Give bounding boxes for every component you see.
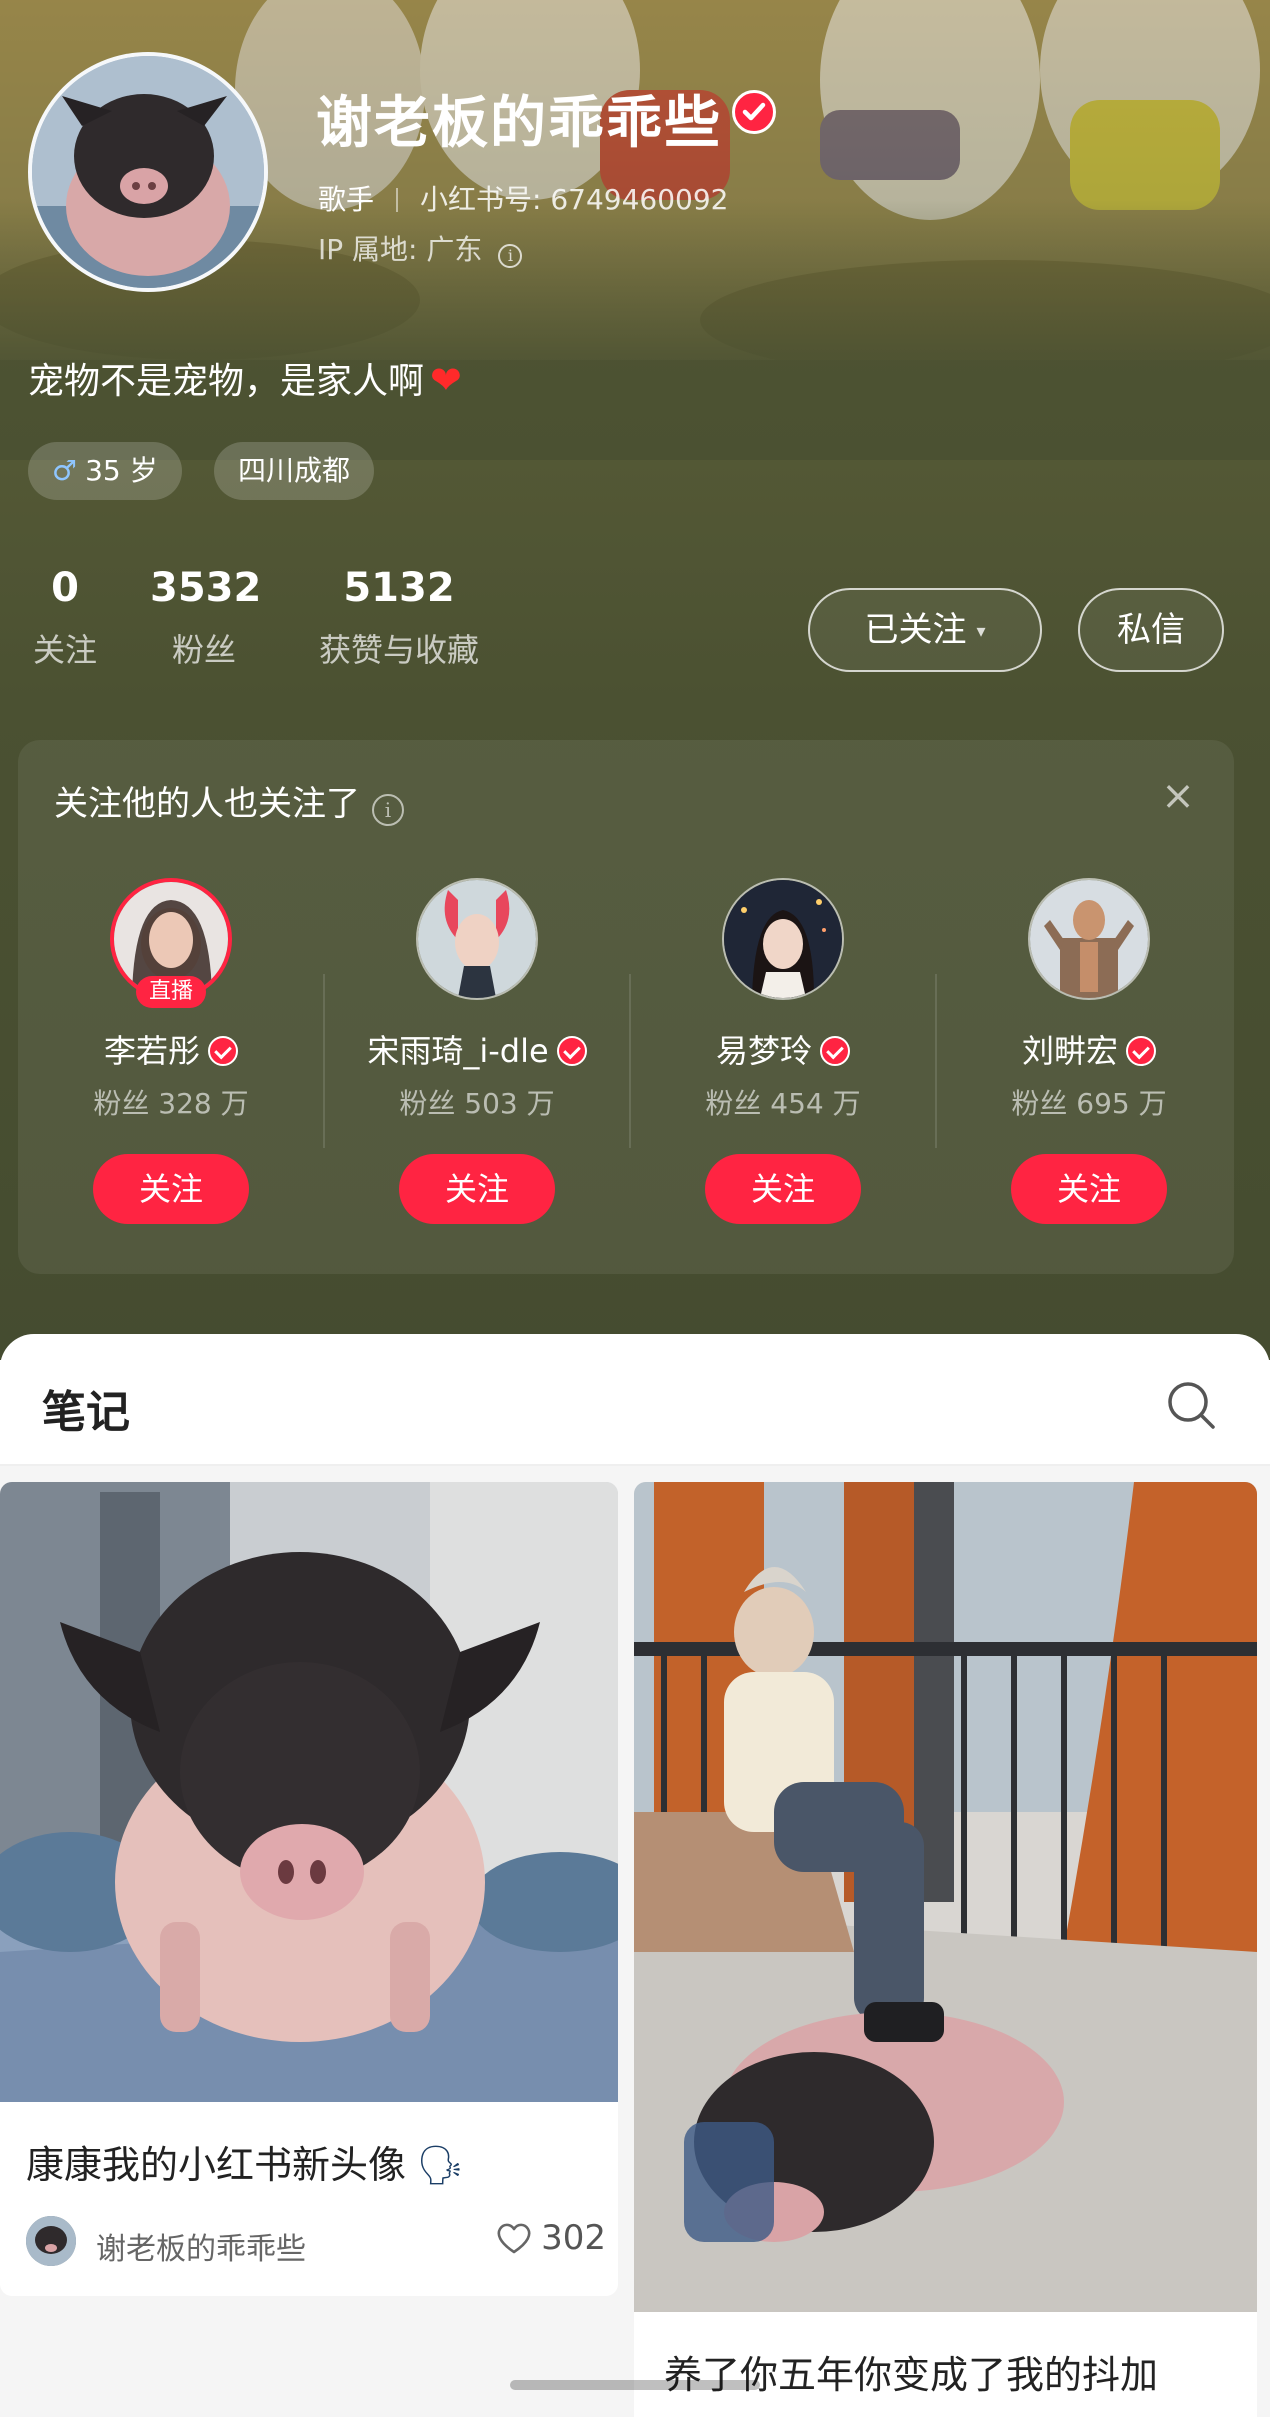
following-count: 0	[51, 565, 79, 611]
recommend-card: 关注他的人也关注了 i × 直播 李若彤 粉丝 328 万 关注 宋雨琦_i-dl…	[18, 740, 1234, 1274]
notes-tab-title[interactable]: 笔记	[42, 1376, 130, 1440]
like-count-text: 302	[541, 2218, 606, 2258]
heart-outline-icon[interactable]	[495, 2221, 533, 2255]
verified-icon	[820, 1036, 850, 1066]
follow-button[interactable]: 关注	[399, 1154, 555, 1224]
user-name: 李若彤	[18, 1026, 324, 1072]
info-icon[interactable]: i	[498, 244, 523, 268]
male-icon: ♂	[52, 454, 78, 487]
likes-stat[interactable]: 5132 获赞与收藏	[306, 565, 492, 671]
follow-button[interactable]: 关注	[93, 1154, 249, 1224]
user-name: 易梦玲	[630, 1026, 936, 1072]
live-badge: 直播	[136, 976, 206, 1008]
profile-ip: IP 属地: 广东 i	[318, 228, 523, 268]
recommend-user[interactable]: 刘畊宏 粉丝 695 万 关注	[936, 740, 1242, 1274]
followed-label: 已关注	[864, 610, 967, 650]
profile-role: 歌手	[318, 183, 375, 216]
following-stat[interactable]: 0 关注	[28, 565, 102, 671]
meta-divider	[396, 188, 399, 212]
message-button[interactable]: 私信	[1078, 588, 1224, 672]
note-cover[interactable]	[0, 1482, 618, 2102]
following-label: 关注	[32, 631, 97, 669]
user-avatar[interactable]	[722, 878, 844, 1000]
red-heart-emoji: ❤	[430, 358, 462, 402]
recommend-user[interactable]: 宋雨琦_i-dle 粉丝 503 万 关注	[324, 740, 630, 1274]
fans-count: 3532	[150, 565, 262, 611]
pig-avatar-image	[32, 56, 264, 288]
follow-button[interactable]: 关注	[705, 1154, 861, 1224]
user-name-text: 易梦玲	[715, 1032, 812, 1070]
user-name-text: 刘畊宏	[1021, 1032, 1118, 1070]
note-title[interactable]: 康康我的小红书新头像 🗣	[26, 2134, 464, 2189]
location-tag: 四川成都	[214, 442, 375, 500]
fans-label: 粉丝	[171, 631, 236, 669]
fans-stat[interactable]: 3532 粉丝	[150, 565, 262, 671]
author-name: 谢老板的乖乖些	[96, 2232, 306, 2267]
author-avatar[interactable]	[26, 2216, 76, 2266]
profile-id[interactable]: 小红书号: 6749460092	[420, 183, 728, 216]
profile-avatar[interactable]	[28, 52, 268, 292]
age-label: 35 岁	[85, 454, 158, 487]
verified-icon	[208, 1036, 238, 1066]
profile-header: 谢老板的乖乖些 歌手 小红书号: 6749460092 IP 属地: 广东 i 宠物…	[0, 0, 1270, 1360]
follow-button[interactable]: 关注	[1011, 1154, 1167, 1224]
note-card[interactable]: 养了你五年你变成了我的抖加	[634, 1482, 1257, 2417]
profile-meta: 歌手 小红书号: 6749460092	[318, 178, 729, 218]
note-card[interactable]: 康康我的小红书新头像 🗣 谢老板的乖乖些 302	[0, 1482, 618, 2296]
user-fans: 粉丝 328 万	[93, 1087, 249, 1120]
user-name-text: 宋雨琦_i-dle	[367, 1032, 549, 1070]
speaking-head-emoji: 🗣	[416, 2143, 465, 2187]
note-author[interactable]: 谢老板的乖乖些 302	[26, 2216, 606, 2267]
user-avatar[interactable]	[416, 878, 538, 1000]
user-fans: 粉丝 454 万	[705, 1087, 861, 1120]
note-cover[interactable]	[634, 1482, 1257, 2312]
note-title-text: 康康我的小红书新头像	[26, 2143, 407, 2187]
recommend-user[interactable]: 易梦玲 粉丝 454 万 关注	[630, 740, 936, 1274]
user-name: 刘畊宏	[936, 1026, 1242, 1072]
likes-label: 获赞与收藏	[318, 631, 479, 669]
home-indicator[interactable]	[510, 2380, 760, 2390]
verified-icon	[1126, 1036, 1156, 1066]
recommend-user[interactable]: 直播 李若彤 粉丝 328 万 关注	[18, 740, 324, 1274]
user-fans: 粉丝 503 万	[399, 1087, 555, 1120]
user-fans: 粉丝 695 万	[1011, 1087, 1167, 1120]
verified-icon	[732, 90, 776, 134]
caret-down-icon: ▾	[976, 621, 986, 642]
note-title[interactable]: 养了你五年你变成了我的抖加	[664, 2344, 1158, 2399]
age-tag: ♂ 35 岁	[28, 442, 182, 500]
likes-count: 5132	[343, 565, 455, 611]
search-icon[interactable]	[1164, 1378, 1218, 1432]
like-count[interactable]: 302	[495, 2218, 606, 2258]
profile-bio: 宠物不是宠物，是家人啊 ❤	[28, 352, 462, 404]
ip-location-label: IP 属地: 广东	[318, 233, 483, 266]
user-avatar[interactable]	[1028, 878, 1150, 1000]
profile-name: 谢老板的乖乖些	[316, 91, 722, 156]
verified-icon	[556, 1036, 587, 1066]
user-name-text: 李若彤	[103, 1032, 200, 1070]
bio-text: 宠物不是宠物，是家人啊	[28, 361, 425, 402]
user-name: 宋雨琦_i-dle	[324, 1026, 630, 1072]
followed-button[interactable]: 已关注 ▾	[808, 588, 1042, 672]
